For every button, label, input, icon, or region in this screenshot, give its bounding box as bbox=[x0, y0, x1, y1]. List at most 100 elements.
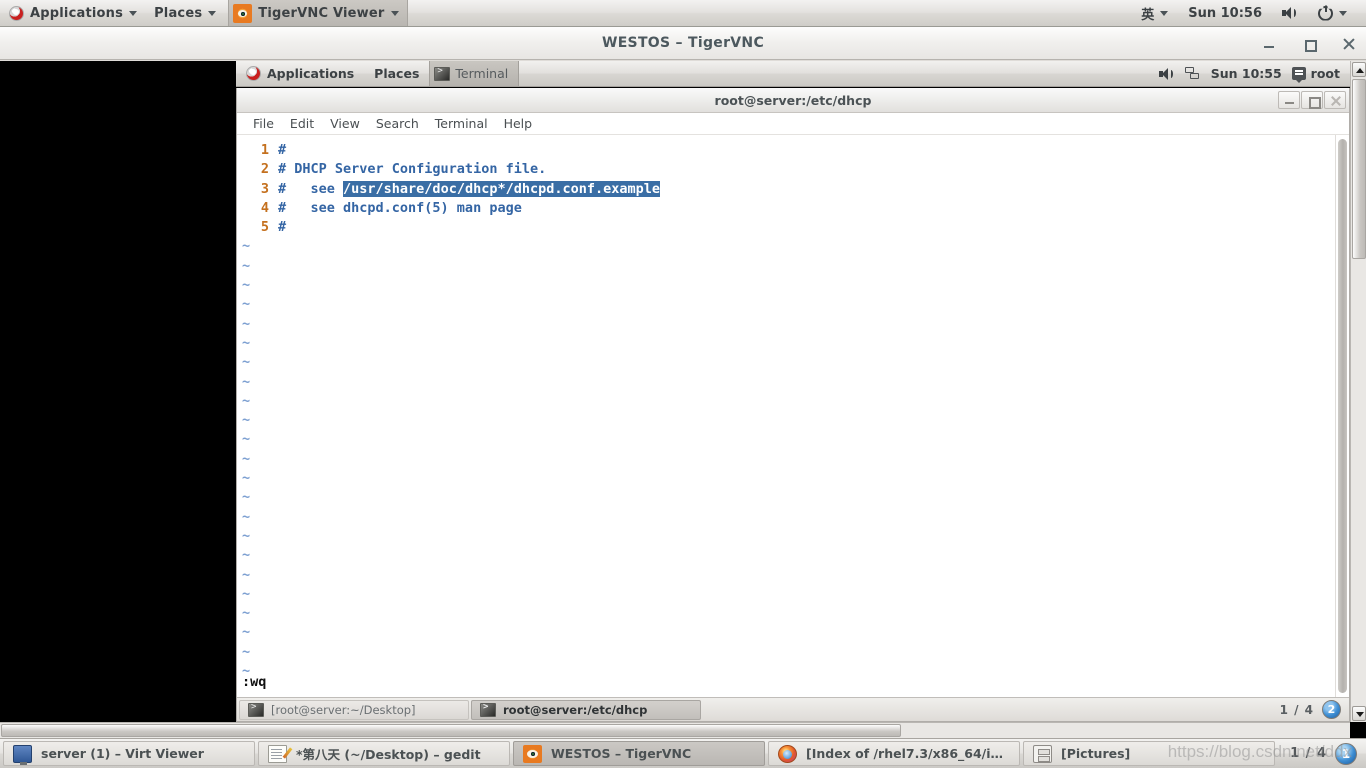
vim-tilde: ~ bbox=[242, 392, 251, 409]
vim-line: 1 # bbox=[237, 141, 1335, 160]
terminal-titlebar[interactable]: root@server:/etc/dhcp bbox=[237, 88, 1349, 113]
terminal-icon bbox=[248, 702, 264, 717]
power-icon bbox=[1318, 5, 1333, 21]
maximize-icon[interactable] bbox=[1302, 37, 1317, 52]
applications-menu[interactable]: Applications bbox=[0, 0, 146, 26]
vim-empty-line: ~ bbox=[237, 237, 1335, 256]
vnc-hscroll-thumb[interactable] bbox=[1, 724, 901, 737]
clock[interactable]: Sun 10:56 bbox=[1179, 0, 1271, 26]
workspace-count: 1 / 4 bbox=[1290, 746, 1327, 761]
tigervnc-titlebar[interactable]: WESTOS – TigerVNC bbox=[0, 27, 1366, 60]
terminal-icon bbox=[480, 702, 496, 717]
monitor-icon bbox=[13, 744, 32, 765]
vim-empty-line: ~ bbox=[237, 566, 1335, 585]
remote-task-item-dhcp[interactable]: root@server:/etc/dhcp bbox=[471, 699, 701, 720]
remote-user-label: root bbox=[1310, 66, 1340, 81]
vim-tilde: ~ bbox=[242, 470, 251, 487]
scroll-up-icon[interactable] bbox=[1352, 62, 1366, 77]
vim-empty-line: ~ bbox=[237, 546, 1335, 565]
task-item-gedit[interactable]: *第八天 (~/Desktop) – gedit bbox=[258, 741, 510, 766]
vim-empty-line: ~ bbox=[237, 527, 1335, 546]
terminal-body[interactable]: 1 #2 # DHCP Server Configuration file. 3 # s… bbox=[237, 135, 1349, 697]
vim-tilde: ~ bbox=[242, 431, 251, 448]
vim-empty-line: ~ bbox=[237, 430, 1335, 449]
screen: Applications Places TigerVNC Viewer 英 Su… bbox=[0, 0, 1366, 768]
vim-tilde: ~ bbox=[242, 624, 251, 641]
remote-clock[interactable]: Sun 10:55 bbox=[1211, 66, 1282, 81]
vim-empty-line: ~ bbox=[237, 508, 1335, 527]
vim-empty-line: ~ bbox=[237, 469, 1335, 488]
terminal-scrollbar-thumb[interactable] bbox=[1338, 139, 1347, 693]
menu-terminal[interactable]: Terminal bbox=[427, 114, 496, 133]
vim-line: 3 # see /usr/share/doc/dhcp*/dhcpd.conf.e… bbox=[237, 180, 1335, 199]
vim-empty-line: ~ bbox=[237, 373, 1335, 392]
vnc-horizontal-scrollbar[interactable] bbox=[0, 722, 1350, 738]
vim-editor[interactable]: 1 #2 # DHCP Server Configuration file. 3 # s… bbox=[237, 135, 1335, 697]
menu-search[interactable]: Search bbox=[368, 114, 427, 133]
remote-task-item-desktop-label: [root@server:~/Desktop] bbox=[271, 702, 416, 717]
remote-user-menu[interactable]: root bbox=[1291, 66, 1340, 83]
chevron-down-icon bbox=[390, 10, 399, 16]
terminal-menubar: File Edit View Search Terminal Help bbox=[237, 113, 1349, 135]
chevron-down-icon bbox=[129, 10, 138, 16]
vim-empty-line: ~ bbox=[237, 295, 1335, 314]
gedit-icon bbox=[268, 744, 287, 763]
vim-line-number: 5 bbox=[260, 219, 269, 236]
vnc-vscroll-thumb[interactable] bbox=[1352, 79, 1366, 259]
vim-line-number: 4 bbox=[260, 199, 269, 216]
places-menu[interactable]: Places bbox=[146, 0, 224, 26]
vim-empty-line: ~ bbox=[237, 604, 1335, 623]
vim-empty-line: ~ bbox=[237, 276, 1335, 295]
vim-line-number: 3 bbox=[260, 180, 269, 197]
vim-line-text: # see /usr/share/doc/dhcp*/dhcpd.conf.ex… bbox=[278, 180, 661, 197]
task-item-virt-viewer-label: server (1) – Virt Viewer bbox=[41, 746, 204, 761]
task-item-firefox-label: [Index of /rhel7.3/x86_64/isos ... bbox=[806, 746, 1010, 761]
vim-empty-line: ~ bbox=[237, 662, 1335, 681]
task-item-tigervnc-label: WESTOS – TigerVNC bbox=[551, 746, 692, 761]
menu-help[interactable]: Help bbox=[496, 114, 541, 133]
volume-indicator[interactable] bbox=[1273, 0, 1307, 26]
taskbar-window-tigervnc[interactable]: TigerVNC Viewer bbox=[228, 0, 408, 26]
desktop-top-panel: Applications Places TigerVNC Viewer 英 Su… bbox=[0, 0, 1366, 27]
task-item-pictures[interactable]: [Pictures] bbox=[1023, 741, 1275, 766]
remote-taskbar-window-terminal[interactable]: Terminal bbox=[429, 61, 520, 86]
task-item-gedit-label: *第八天 (~/Desktop) – gedit bbox=[296, 747, 481, 762]
terminal-scrollbar[interactable] bbox=[1335, 135, 1349, 697]
maximize-icon[interactable] bbox=[1301, 91, 1323, 109]
remote-taskbar-window-terminal-label: Terminal bbox=[455, 66, 509, 81]
menu-view[interactable]: View bbox=[322, 114, 368, 133]
close-icon[interactable] bbox=[1342, 37, 1356, 51]
remote-desktop: Applications Places Terminal Su bbox=[236, 61, 1350, 722]
remote-top-panel: Applications Places Terminal Su bbox=[236, 61, 1350, 87]
workspace-badge[interactable]: 1 bbox=[1335, 742, 1357, 765]
vim-tilde: ~ bbox=[242, 373, 251, 390]
vnc-vertical-scrollbar[interactable] bbox=[1350, 61, 1366, 722]
remote-places-label: Places bbox=[374, 66, 420, 81]
minimize-icon[interactable] bbox=[1278, 91, 1300, 109]
vim-empty-line: ~ bbox=[237, 488, 1335, 507]
task-item-virt-viewer[interactable]: server (1) – Virt Viewer bbox=[3, 741, 255, 766]
vim-empty-line: ~ bbox=[237, 353, 1335, 372]
menu-file[interactable]: File bbox=[245, 114, 282, 133]
vim-tilde: ~ bbox=[242, 334, 251, 351]
firefox-icon bbox=[778, 744, 797, 763]
minimize-icon[interactable] bbox=[1262, 37, 1276, 51]
task-item-firefox[interactable]: [Index of /rhel7.3/x86_64/isos ... bbox=[768, 741, 1020, 766]
remote-task-item-desktop[interactable]: [root@server:~/Desktop] bbox=[239, 699, 469, 720]
vim-line-text: # bbox=[278, 219, 287, 236]
remote-workspace-badge[interactable]: 2 bbox=[1322, 700, 1341, 719]
menu-edit[interactable]: Edit bbox=[282, 114, 322, 133]
task-item-tigervnc[interactable]: WESTOS – TigerVNC bbox=[513, 741, 765, 766]
remote-applications-menu[interactable]: Applications bbox=[236, 61, 364, 86]
remote-places-menu[interactable]: Places bbox=[364, 61, 429, 86]
close-icon[interactable] bbox=[1324, 91, 1346, 109]
input-method-indicator[interactable]: 英 bbox=[1132, 0, 1177, 26]
remote-workspace-switcher: 1 / 4 2 bbox=[1280, 700, 1347, 719]
vim-line-text: # see dhcpd.conf(5) man page bbox=[278, 199, 522, 216]
system-menu[interactable] bbox=[1309, 0, 1356, 26]
network-icon[interactable] bbox=[1184, 66, 1201, 81]
scroll-down-icon[interactable] bbox=[1352, 706, 1366, 721]
vim-empty-line: ~ bbox=[237, 643, 1335, 662]
vim-empty-line: ~ bbox=[237, 392, 1335, 411]
speaker-icon[interactable] bbox=[1158, 67, 1175, 81]
